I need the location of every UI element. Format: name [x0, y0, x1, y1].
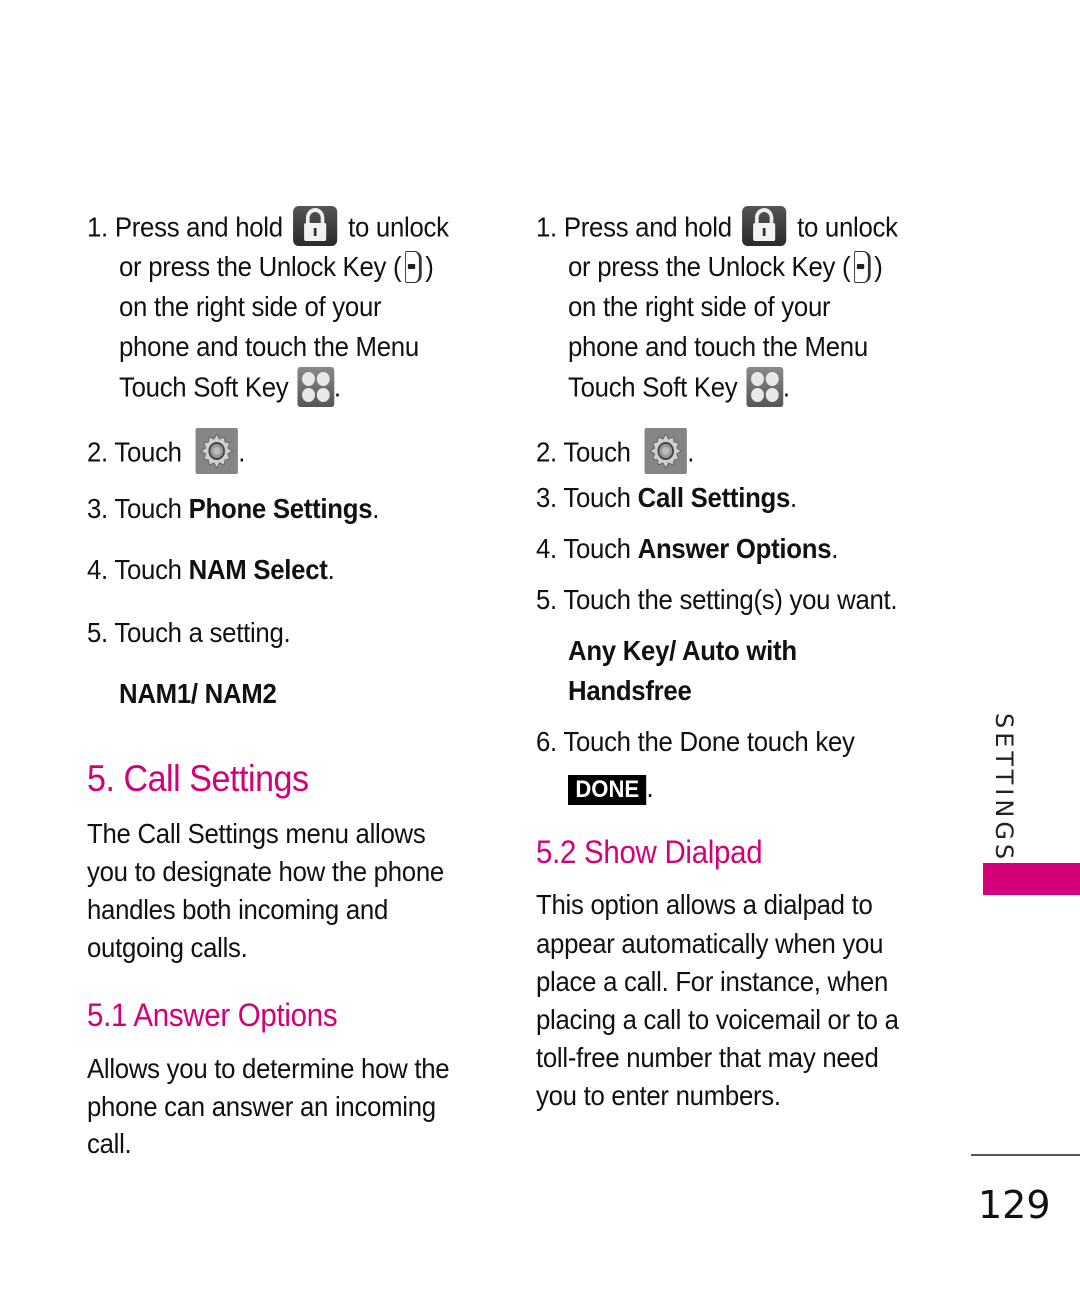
step-number: 5.: [87, 617, 108, 648]
subsection-body-line: you to enter numbers.: [536, 1080, 781, 1111]
step-2: 2. Touch .: [87, 428, 246, 477]
step-text: or press the Unlock Key (: [568, 251, 851, 282]
step-5: 5. Touch a setting.: [87, 616, 291, 650]
step-1-line-3: on the right side of your: [119, 291, 382, 322]
step-text: .: [687, 436, 695, 468]
footer-rule: [971, 1154, 1080, 1156]
section-body-line: you to designate how the phone: [87, 856, 444, 887]
step-number: 3.: [87, 493, 108, 524]
section-title: 5. Call Settings: [87, 758, 309, 799]
unlock-key-icon: [853, 250, 871, 283]
step-1-line-2: or press the Unlock Key (): [568, 250, 883, 285]
step-3: 3. Touch Phone Settings.: [87, 492, 379, 526]
step-4: 4. Touch NAM Select.: [87, 553, 335, 587]
setting-options: NAM1/ NAM2: [119, 678, 277, 709]
step-number: 5.: [536, 584, 557, 615]
step-text: Touch the Done touch key: [563, 726, 855, 757]
step-text: or press the Unlock Key (: [119, 251, 402, 282]
subsection-body-line: appear automatically when you: [536, 928, 884, 959]
step-6: 6. Touch the Done touch key: [536, 725, 855, 759]
subsection-body-line: place a call. For instance, when: [536, 966, 889, 997]
step-number: 4.: [87, 554, 108, 585]
page-number: 129: [978, 1183, 1051, 1227]
subsection-body-line: phone can answer an incoming: [87, 1091, 436, 1122]
step-text: Touch: [114, 436, 182, 468]
step-text: Touch: [114, 493, 182, 524]
step-text: Touch Soft Key: [568, 371, 738, 403]
settings-gear-icon: [195, 428, 239, 474]
step-2: 2. Touch .: [536, 428, 695, 477]
lock-icon: [293, 206, 338, 246]
subsection-title-show-dialpad: 5.2 Show Dialpad: [536, 834, 763, 870]
step-text: .: [238, 436, 246, 468]
step-text: .: [372, 493, 380, 524]
menu-item-name: Answer Options: [637, 533, 832, 564]
step-1-line-5: Touch Soft Key .: [119, 367, 341, 409]
step-number: 6.: [536, 726, 557, 757]
step-text: Press and hold: [114, 211, 283, 243]
step-text: ): [874, 251, 883, 282]
subsection-body-line: Allows you to determine how the: [87, 1053, 450, 1084]
done-key: DONE: [568, 774, 647, 805]
section-body-line: outgoing calls.: [87, 932, 248, 963]
step-number: 1.: [87, 211, 108, 243]
step-number: 2.: [536, 436, 557, 468]
step-1-line-2: or press the Unlock Key (): [119, 250, 434, 285]
unlock-key-icon: [404, 250, 422, 283]
step-text: Touch the setting(s) you want.: [563, 584, 898, 615]
step-text: .: [831, 533, 839, 564]
step-text: ): [425, 251, 434, 282]
step-5: 5. Touch the setting(s) you want.: [536, 583, 898, 617]
step-1-line-5: Touch Soft Key .: [568, 367, 790, 409]
subsection-title-answer-options: 5.1 Answer Options: [87, 997, 338, 1033]
step-text: to unlock: [348, 211, 449, 243]
step-text: .: [333, 371, 341, 403]
subsection-body-line: This option allows a dialpad to: [536, 889, 873, 920]
step-text: Touch a setting.: [114, 617, 291, 648]
step-1-line-1: 1. Press and hold to unlock: [87, 206, 449, 249]
step-1-line-4: phone and touch the Menu: [568, 331, 868, 362]
subsection-body-line: toll-free number that may need: [536, 1042, 879, 1073]
step-text: Touch Soft Key: [119, 371, 289, 403]
step-text: Touch: [563, 482, 631, 513]
step-text: .: [327, 554, 335, 585]
step-4: 4. Touch Answer Options.: [536, 532, 838, 566]
section-body-line: The Call Settings menu allows: [87, 818, 426, 849]
menu-item-name: NAM Select: [188, 554, 328, 585]
chapter-tab-label: SETTINGS: [990, 713, 1018, 864]
subsection-body-line: placing a call to voicemail or to a: [536, 1004, 899, 1035]
menu-item-name: Call Settings: [637, 482, 791, 513]
step-text: Press and hold: [563, 211, 732, 243]
step-number: 2.: [87, 436, 108, 468]
step-text: .: [790, 482, 797, 513]
setting-options: Handsfree: [568, 675, 692, 706]
step-3: 3. Touch Call Settings.: [536, 481, 797, 515]
step-text: .: [646, 772, 654, 803]
step-number: 1.: [536, 211, 557, 243]
step-number: 4.: [536, 533, 557, 564]
chapter-tab-marker: [983, 863, 1080, 895]
step-6-key: DONE.: [568, 771, 654, 805]
menu-soft-key-icon: [746, 367, 783, 407]
step-text: .: [782, 371, 790, 403]
step-1-line-3: on the right side of your: [568, 291, 831, 322]
menu-soft-key-icon: [297, 367, 334, 407]
subsection-body-line: call.: [87, 1128, 132, 1159]
lock-icon: [742, 206, 787, 246]
step-1-line-4: phone and touch the Menu: [119, 331, 419, 362]
step-text: Touch: [563, 533, 631, 564]
section-body-line: handles both incoming and: [87, 894, 389, 925]
menu-item-name: Phone Settings: [188, 493, 373, 524]
step-text: Touch: [114, 554, 182, 585]
step-text: Touch: [563, 436, 631, 468]
step-1-line-1: 1. Press and hold to unlock: [536, 206, 898, 249]
step-text: to unlock: [797, 211, 898, 243]
setting-options: Any Key/ Auto with: [568, 635, 797, 666]
step-number: 3.: [536, 482, 557, 513]
settings-gear-icon: [644, 428, 688, 474]
